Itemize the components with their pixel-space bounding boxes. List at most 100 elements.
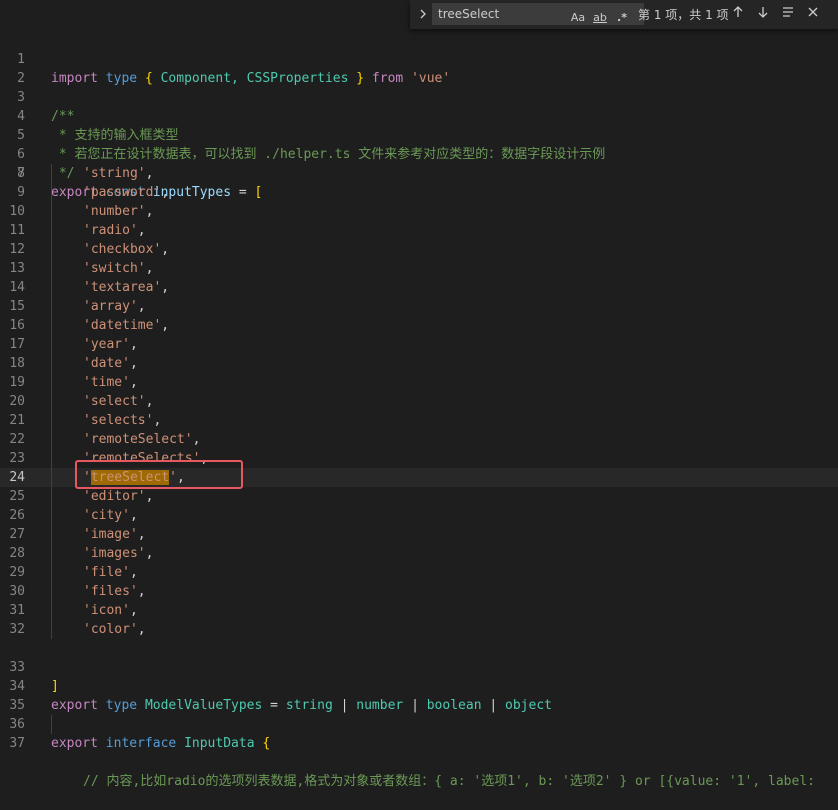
code-line[interactable]: 17 'year',	[0, 335, 838, 354]
indent-guide	[51, 373, 52, 392]
array-item-string[interactable]: 'color',	[83, 620, 146, 639]
code-line[interactable]: 5 * 若您正在设计数据表，可以找到 ./helper.ts 文件来参考对应类型…	[0, 107, 838, 162]
indent-guide	[51, 468, 52, 487]
line-number: 15	[9, 299, 25, 314]
code-line[interactable]: 32 'color',	[0, 620, 838, 639]
array-item-string[interactable]: 'images',	[83, 544, 153, 563]
code-line[interactable]: 25 'editor',	[0, 487, 838, 506]
code-line[interactable]: 29 'file',	[0, 563, 838, 582]
code-text[interactable]: export interface InputData {	[51, 734, 270, 753]
array-item-string[interactable]: 'datetime',	[83, 316, 169, 335]
line-number: 11	[9, 223, 25, 238]
array-item-string[interactable]: 'array',	[83, 297, 146, 316]
code-line[interactable]: 37 // 内容,比如radio的选项列表数据,格式为对象或者数组：{ a: '…	[0, 715, 838, 789]
find-widget: treeSelect Aa ab .* 第 1 项，共 1 项	[410, 0, 838, 29]
code-line[interactable]: 26 'city',	[0, 506, 838, 525]
line-number: 30	[9, 584, 25, 599]
code-line[interactable]: 30 'files',	[0, 582, 838, 601]
highlight-annotation-box	[75, 460, 243, 489]
array-item-string[interactable]: 'editor',	[83, 487, 153, 506]
code-line[interactable]: 18 'date',	[0, 354, 838, 373]
code-line[interactable]: 36 export interface InputData {	[0, 696, 838, 751]
indent-guide	[51, 202, 52, 221]
indent-guide	[51, 297, 52, 316]
array-item-string[interactable]: 'city',	[83, 506, 138, 525]
indent-guide	[51, 335, 52, 354]
line-number: 37	[9, 736, 25, 751]
code-line[interactable]: 27 'image',	[0, 525, 838, 544]
line-number: 20	[9, 394, 25, 409]
array-item-string[interactable]: 'selects',	[83, 411, 161, 430]
code-line[interactable]: 1 import type { Component, CSSProperties…	[0, 31, 838, 86]
line-number: 21	[9, 413, 25, 428]
array-item-string[interactable]: 'password',	[83, 183, 169, 202]
find-result-count: 第 1 项，共 1 项	[638, 8, 729, 22]
array-item-string[interactable]: 'time',	[83, 373, 138, 392]
code-line[interactable]: 3 /**	[0, 69, 838, 124]
code-line[interactable]: 13 'switch',	[0, 259, 838, 278]
line-number: 12	[9, 242, 25, 257]
code-line[interactable]: 35	[0, 677, 838, 713]
code-line[interactable]: 34 export type ModelValueTypes = string …	[0, 658, 838, 713]
code-editor[interactable]: 1 import type { Component, CSSProperties…	[0, 31, 838, 789]
indent-guide	[51, 411, 52, 430]
array-item-string[interactable]: 'date',	[83, 354, 138, 373]
code-line[interactable]: 12 'checkbox',	[0, 240, 838, 259]
code-line[interactable]: 11 'radio',	[0, 221, 838, 240]
code-line[interactable]: 21 'selects',	[0, 411, 838, 430]
code-line[interactable]: 16 'datetime',	[0, 316, 838, 335]
array-item-string[interactable]: 'textarea',	[83, 278, 169, 297]
array-item-string[interactable]: 'year',	[83, 335, 138, 354]
indent-guide	[51, 221, 52, 240]
indent-guide	[51, 525, 52, 544]
indent-guide	[51, 316, 52, 335]
previous-match-icon[interactable]	[728, 4, 748, 24]
array-item-string[interactable]: 'files',	[83, 582, 146, 601]
array-item-string[interactable]: 'file',	[83, 563, 138, 582]
code-line[interactable]: 28 'images',	[0, 544, 838, 563]
code-line[interactable]: 4 * 支持的输入框类型	[0, 88, 838, 143]
code-line[interactable]: 6 */	[0, 126, 838, 181]
indent-guide	[51, 164, 52, 183]
line-number: 29	[9, 565, 25, 580]
array-item-string[interactable]: 'radio',	[83, 221, 146, 240]
line-number: 8	[17, 166, 25, 181]
next-match-icon[interactable]	[753, 4, 773, 24]
code-line[interactable]: 31 'icon',	[0, 601, 838, 620]
code-line[interactable]: 19 'time',	[0, 373, 838, 392]
code-line[interactable]: 14 'textarea',	[0, 278, 838, 297]
whole-word-icon[interactable]: ab	[591, 9, 609, 27]
indent-guide	[51, 392, 52, 411]
line-number: 27	[9, 527, 25, 542]
code-line[interactable]: 33 ]	[0, 639, 838, 694]
code-line[interactable]: 15 'array',	[0, 297, 838, 316]
code-line[interactable]: 2	[0, 50, 838, 86]
code-line[interactable]: 8 'string',	[0, 164, 838, 183]
code-comment[interactable]: // 内容,比如radio的选项列表数据,格式为对象或者数组：{ a: '选项1…	[83, 772, 815, 791]
close-icon[interactable]	[803, 4, 823, 24]
indent-guide	[51, 259, 52, 278]
chevron-right-icon[interactable]	[416, 7, 430, 21]
array-item-string[interactable]: 'switch',	[83, 259, 153, 278]
code-line[interactable]: 20 'select',	[0, 392, 838, 411]
match-case-icon[interactable]: Aa	[570, 9, 586, 27]
array-item-string[interactable]: 'number',	[83, 202, 153, 221]
array-item-string[interactable]: 'string',	[83, 164, 153, 183]
code-line[interactable]: 7 export const inputTypes = [	[0, 145, 838, 200]
array-item-string[interactable]: 'image',	[83, 525, 146, 544]
indent-guide	[51, 449, 52, 468]
code-line[interactable]: 10 'number',	[0, 202, 838, 221]
array-item-string[interactable]: 'icon',	[83, 601, 138, 620]
array-item-string[interactable]: 'select',	[83, 392, 153, 411]
line-number: 23	[9, 451, 25, 466]
find-input[interactable]: treeSelect Aa ab .*	[432, 3, 644, 25]
code-line[interactable]: 9 'password',	[0, 183, 838, 202]
regex-icon[interactable]: .*	[614, 9, 630, 27]
array-item-string[interactable]: 'checkbox',	[83, 240, 169, 259]
line-number: 18	[9, 356, 25, 371]
code-line[interactable]: 22 'remoteSelect',	[0, 430, 838, 449]
find-in-selection-icon[interactable]	[778, 4, 798, 24]
array-item-string[interactable]: 'remoteSelect',	[83, 430, 200, 449]
line-number: 25	[9, 489, 25, 504]
indent-guide	[51, 430, 52, 449]
